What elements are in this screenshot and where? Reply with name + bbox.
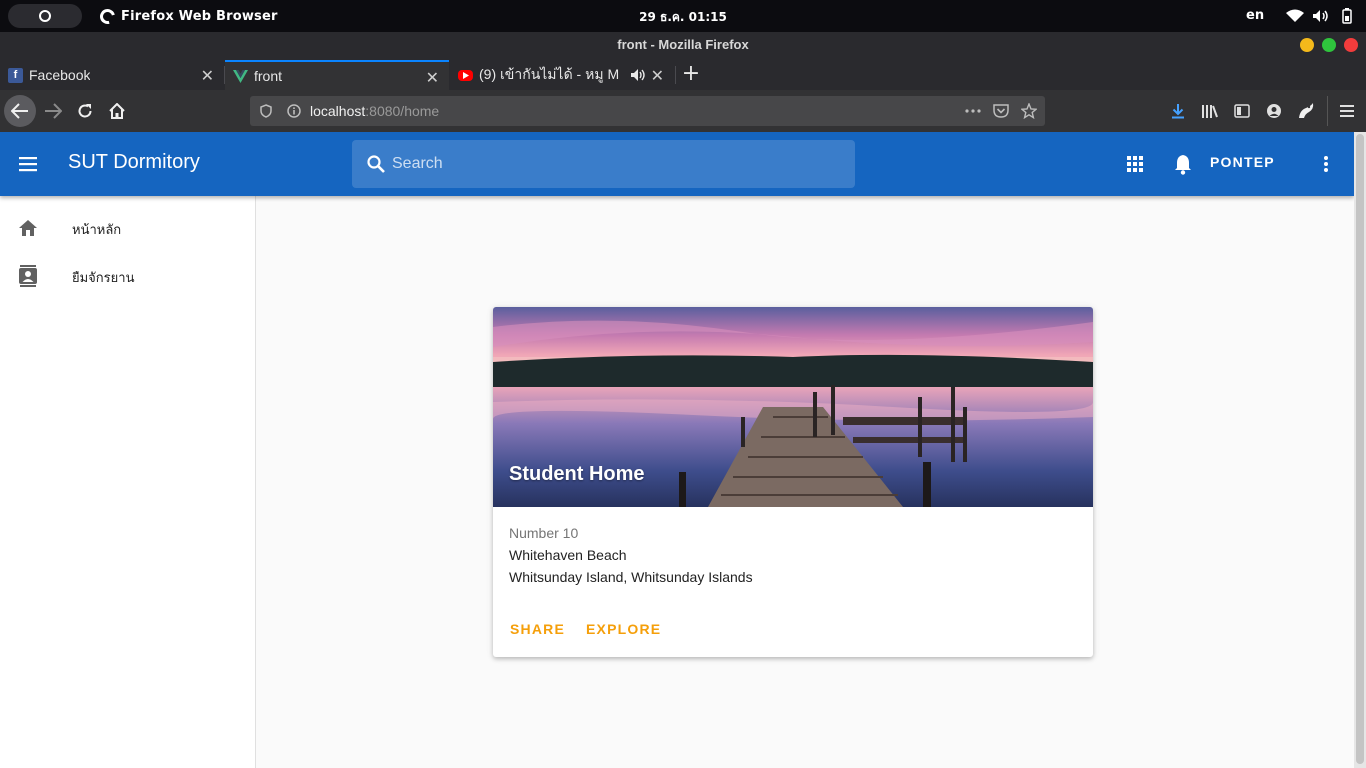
forward-button[interactable] bbox=[37, 95, 69, 127]
more-vert-icon[interactable] bbox=[1314, 152, 1338, 176]
os-clock[interactable]: 29 ธ.ค. 01:15 bbox=[600, 8, 766, 27]
window-titlebar[interactable]: front - Mozilla Firefox bbox=[0, 32, 1366, 60]
url-path: :8080/home bbox=[365, 103, 440, 119]
forward-arrow-icon bbox=[45, 103, 62, 119]
drawer-item-label: ยืมจักรยาน bbox=[72, 271, 135, 286]
activities-icon bbox=[39, 10, 51, 22]
web-page: SUT Dormitory PONTEP หน้าหลัก bbox=[0, 132, 1354, 768]
search-input[interactable] bbox=[392, 152, 832, 176]
library-icon[interactable] bbox=[1200, 101, 1220, 121]
minimize-button[interactable] bbox=[1300, 38, 1314, 52]
back-button[interactable] bbox=[4, 95, 36, 127]
user-button[interactable]: PONTEP bbox=[1210, 154, 1275, 170]
pocket-icon[interactable] bbox=[993, 103, 1009, 119]
contact-card-icon bbox=[16, 264, 40, 288]
home-icon bbox=[16, 216, 40, 240]
back-arrow-icon bbox=[11, 103, 28, 119]
toolbar-separator bbox=[1327, 96, 1328, 126]
card-image: Student Home bbox=[493, 307, 1093, 507]
reload-icon bbox=[78, 104, 92, 118]
home-icon bbox=[109, 103, 125, 119]
reload-button[interactable] bbox=[69, 95, 101, 127]
site-info-icon[interactable] bbox=[286, 103, 302, 119]
window-title: front - Mozilla Firefox bbox=[617, 37, 749, 52]
account-icon[interactable] bbox=[1264, 101, 1284, 121]
tab-label: front bbox=[254, 68, 283, 84]
close-tab-icon[interactable]: ✕ bbox=[651, 66, 664, 86]
card-text-line-2: Whitsunday Island, Whitsunday Islands bbox=[509, 569, 753, 585]
scrollbar-thumb[interactable] bbox=[1356, 134, 1364, 764]
close-window-button[interactable] bbox=[1344, 38, 1358, 52]
share-button[interactable]: SHARE bbox=[510, 621, 565, 637]
tab-separator bbox=[675, 66, 676, 84]
tab-front[interactable]: front ✕ bbox=[225, 60, 449, 90]
drawer-item-borrow-bike[interactable]: ยืมจักรยาน bbox=[0, 252, 256, 300]
close-tab-icon[interactable]: ✕ bbox=[426, 68, 439, 88]
vue-icon bbox=[233, 69, 248, 84]
os-app-menu[interactable]: Firefox Web Browser bbox=[97, 5, 278, 27]
close-tab-icon[interactable]: ✕ bbox=[201, 66, 214, 86]
page-scrollbar[interactable] bbox=[1354, 132, 1366, 768]
hamburger-menu-icon[interactable] bbox=[1337, 101, 1357, 121]
notifications-bell-icon[interactable] bbox=[1171, 152, 1195, 176]
home-button[interactable] bbox=[101, 95, 133, 127]
extension-icon[interactable] bbox=[1296, 101, 1316, 121]
os-app-name: Firefox Web Browser bbox=[121, 8, 278, 24]
url-bar[interactable]: localhost:8080/home bbox=[250, 96, 1045, 126]
tab-label: (9) เข้ากันไม่ได้ - หมู M bbox=[479, 66, 620, 82]
page-actions-icon[interactable] bbox=[965, 103, 981, 119]
search-box[interactable] bbox=[352, 140, 855, 188]
tracking-shield-icon[interactable] bbox=[258, 103, 274, 119]
speaker-icon[interactable] bbox=[630, 68, 646, 85]
app-title: SUT Dormitory bbox=[68, 151, 200, 173]
tab-label: Facebook bbox=[29, 67, 91, 83]
facebook-icon: f bbox=[8, 67, 23, 83]
volume-icon bbox=[1312, 8, 1330, 24]
card-text-line-1: Whitehaven Beach bbox=[509, 547, 627, 563]
bookmark-star-icon[interactable] bbox=[1021, 103, 1037, 119]
sidebar-toggle-icon[interactable] bbox=[1232, 101, 1252, 121]
navigation-drawer: หน้าหลัก ยืมจักรยาน bbox=[0, 196, 256, 768]
drawer-item-label: หน้าหลัก bbox=[72, 223, 122, 238]
navigation-toolbar: localhost:8080/home bbox=[0, 90, 1366, 132]
search-icon bbox=[366, 154, 386, 178]
drawer-item-home[interactable]: หน้าหลัก bbox=[0, 204, 256, 252]
apps-grid-icon[interactable] bbox=[1123, 152, 1147, 176]
system-tray[interactable] bbox=[1286, 7, 1356, 25]
window-controls bbox=[1300, 38, 1358, 52]
tab-youtube[interactable]: (9) เข้ากันไม่ได้ - หมู M ✕ bbox=[450, 60, 674, 90]
student-home-card: Student Home Number 10 Whitehaven Beach … bbox=[493, 307, 1093, 657]
app-toolbar: SUT Dormitory PONTEP bbox=[0, 132, 1354, 196]
nav-drawer-toggle[interactable] bbox=[14, 150, 42, 178]
explore-button[interactable]: EXPLORE bbox=[586, 621, 661, 637]
downloads-icon[interactable] bbox=[1168, 101, 1188, 121]
tab-strip: f Facebook ✕ front ✕ (9) เข้ากันไม่ได้ -… bbox=[0, 60, 1366, 90]
url-host: localhost bbox=[310, 103, 366, 119]
battery-icon bbox=[1338, 8, 1356, 24]
wifi-icon bbox=[1286, 8, 1304, 24]
keyboard-language[interactable]: en bbox=[1246, 8, 1264, 23]
os-top-bar: Firefox Web Browser 29 ธ.ค. 01:15 en bbox=[0, 0, 1366, 32]
firefox-icon bbox=[97, 5, 118, 27]
card-subtitle: Number 10 bbox=[509, 525, 579, 541]
new-tab-button[interactable]: + bbox=[680, 60, 702, 90]
activities-button[interactable] bbox=[8, 4, 82, 28]
menu-icon bbox=[19, 157, 37, 172]
tab-facebook[interactable]: f Facebook ✕ bbox=[0, 60, 224, 90]
url-text[interactable]: localhost:8080/home bbox=[310, 103, 439, 119]
youtube-icon bbox=[458, 69, 473, 81]
maximize-button[interactable] bbox=[1322, 38, 1336, 52]
card-title: Student Home bbox=[509, 463, 645, 485]
